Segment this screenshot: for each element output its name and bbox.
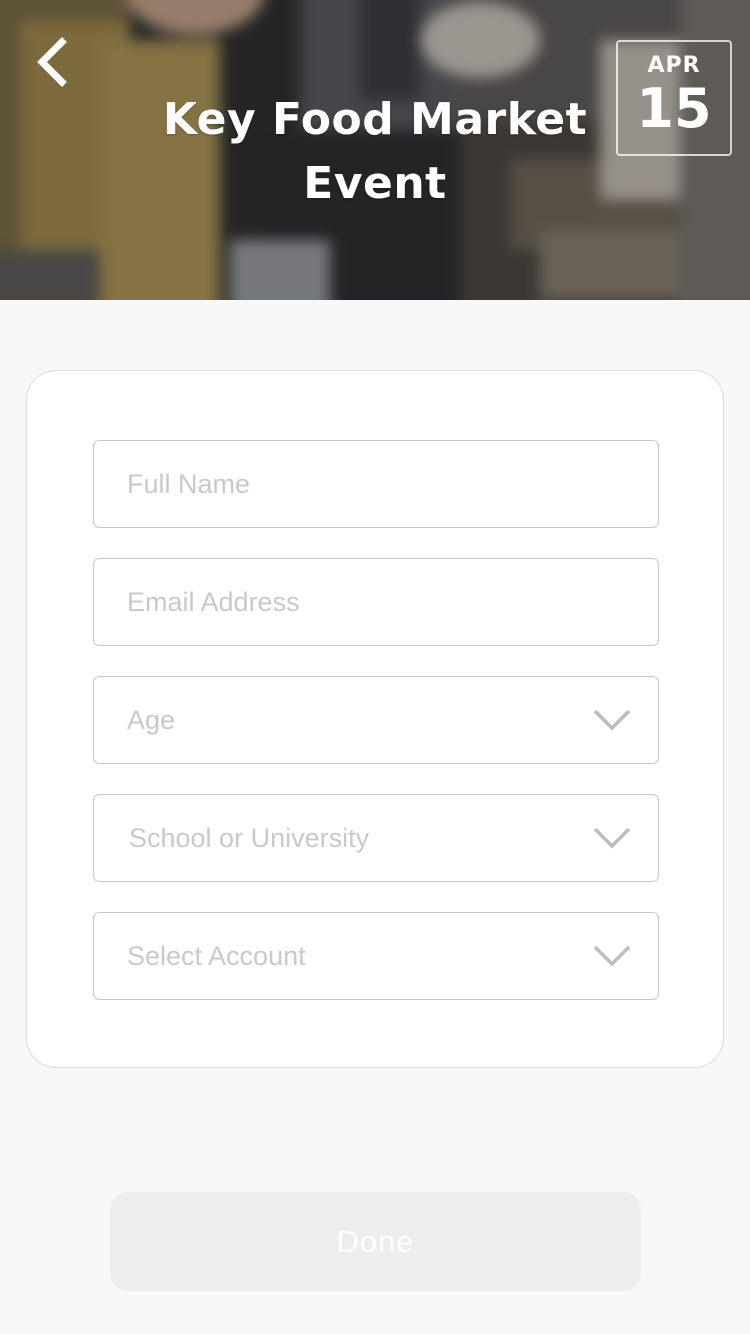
email-field[interactable] — [93, 558, 659, 646]
account-select[interactable]: Select Account — [93, 912, 659, 1000]
chevron-down-icon — [593, 945, 631, 967]
event-header: Key Food Market Event APR 15 — [0, 0, 750, 300]
chevron-down-icon — [593, 827, 631, 849]
email-input[interactable] — [94, 559, 658, 645]
chevron-down-icon — [593, 709, 631, 731]
account-select-label: Select Account — [127, 941, 306, 971]
event-title-line-1: Key Food Market — [162, 94, 588, 145]
done-button[interactable]: Done — [110, 1192, 641, 1291]
full-name-input[interactable] — [94, 441, 658, 527]
event-date-badge: APR 15 — [616, 40, 732, 156]
event-date-day: 15 — [636, 77, 712, 140]
chevron-left-icon — [37, 37, 67, 87]
school-select[interactable]: School or University — [93, 794, 659, 882]
age-select[interactable]: Age — [93, 676, 659, 764]
registration-form-card: Age School or University Select Account — [26, 370, 724, 1068]
back-button[interactable] — [28, 32, 84, 92]
age-select-label: Age — [127, 705, 176, 735]
school-select-label: School or University — [129, 823, 370, 853]
event-title: Key Food Market Event — [125, 88, 625, 216]
full-name-field[interactable] — [93, 440, 659, 528]
event-title-line-2: Event — [303, 158, 447, 209]
event-date-month: APR — [647, 53, 701, 78]
